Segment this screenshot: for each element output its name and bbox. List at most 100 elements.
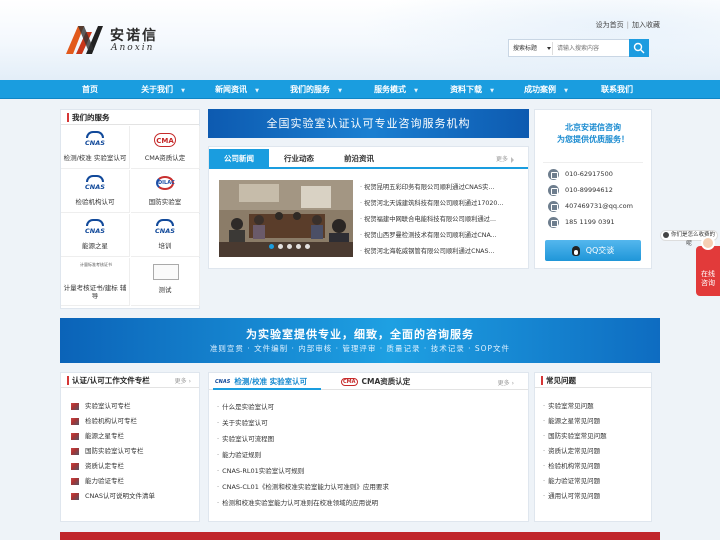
service-label: CMA资质认定 [144,154,186,162]
set-homepage-link[interactable]: 设为首页 [596,21,624,29]
list-item[interactable]: 实验室认可专栏 [71,399,193,414]
list-item[interactable]: 能力验证常见问题 [543,474,645,489]
qq-chat-button[interactable]: QQ交谈 [545,240,641,261]
list-item[interactable]: 国防实验室常见问题 [543,429,645,444]
slider-dot[interactable] [305,244,310,249]
slider-dot[interactable] [278,244,283,249]
list-item[interactable]: 实验室认可流程图 [217,431,522,447]
list-item[interactable]: 能源之星常见问题 [543,414,645,429]
search-input[interactable] [552,42,628,55]
list-item[interactable]: CNAS认可说明文件清单 [71,489,193,504]
faq-list: 实验室常见问题 能源之星常见问题 国防实验室常见问题 资质认定常见问题 检验机构… [543,399,645,504]
site-logo[interactable]: 安诺信 Anoxin [64,22,176,58]
slider-dot[interactable] [287,244,292,249]
list-item[interactable]: 国防实验室认可专栏 [71,444,193,459]
list-item[interactable]: 资质认定专栏 [71,459,193,474]
tab-company-news[interactable]: 公司新闻 [209,149,269,169]
list-item[interactable]: CNAS-RL01实验室认可规则 [217,463,522,479]
news-item[interactable]: 祝贺河北天诚建筑科技有限公司顺利通过17020... [360,196,522,212]
tab-cma[interactable]: CMA CMA资质认定 [341,377,410,387]
nav-item-services[interactable]: 我们的服务 ▼ [280,80,352,99]
list-item[interactable]: 检验机构常见问题 [543,459,645,474]
service-metrology[interactable]: 计量标准考核证书 计量考核证书/建标 辅导 [61,258,130,306]
nav-item-home[interactable]: 首页 [60,80,120,99]
tab-lab-accreditation[interactable]: CNAS 检测/校准 实验室认可 [215,377,307,387]
list-item[interactable]: CNAS-CL01《检测和校准实验室能力认可准则》应用要求 [217,479,522,495]
list-item[interactable]: 能力验证专栏 [71,474,193,489]
docs-title: 认证/认可工作文件专栏 [72,376,150,385]
online-consult-button[interactable]: 在线 咨询 [696,236,720,296]
nav-item-news[interactable]: 新闻资讯 ▼ [204,80,270,99]
nav-label: 联系我们 [601,85,633,94]
nav-item-about[interactable]: 关于我们 ▼ [130,80,196,99]
list-item[interactable]: 什么是实验室认可 [217,399,522,415]
cnas-icon-text: CNAS [85,183,105,191]
tab-industry[interactable]: 行业动态 [269,149,329,169]
qq-label: QQ交谈 [585,246,615,255]
slider-dot[interactable] [269,244,274,249]
nav-item-downloads[interactable]: 资料下载 ▼ [438,80,506,99]
service-lab-accreditation[interactable]: CNAS 检测/校准 实验室认可 [61,126,130,169]
service-label: 检验机构认可 [75,198,115,206]
service-inspection[interactable]: CNAS 检验机构认可 [61,170,130,213]
more-label: 更多 [495,156,508,163]
dropdown-arrow-icon: ▼ [181,88,185,94]
tab-frontier[interactable]: 前沿资讯 [329,149,389,169]
contact-email[interactable]: 407469731@qq.com [548,199,633,213]
service-energy-star[interactable]: CNAS 能源之星 [61,214,130,257]
dilac-icon: DILAC [153,175,177,193]
certificate-icon: 计量标准考核证书 [71,262,121,280]
list-item[interactable]: 资质认定常见问题 [543,444,645,459]
logo-text-en: Anoxin [111,43,155,53]
consult-line-2: 咨询 [701,279,715,287]
contact-text: 407469731@qq.com [565,202,633,210]
search-type-label: 搜索标题 [513,45,538,52]
phone-icon [548,184,559,196]
service-banner[interactable]: 为实验室提供专业，细致，全面的咨询服务 准则宣贯 · 文件编制 · 内部审核 ·… [60,318,660,363]
news-item[interactable]: 祝贺山西罗曼检测技术有限公司顺利通过CNA... [360,228,522,244]
tab-label: 检测/校准 实验室认可 [234,377,308,386]
list-item-label: 实验室认可专栏 [85,402,131,410]
list-item[interactable]: 关于实验室认可 [217,415,522,431]
service-label: 计量考核证书/建标 辅导 [63,284,127,300]
list-item-label: 检验机构认可专栏 [85,417,137,425]
nav-item-service-mode[interactable]: 服务模式 ▼ [362,80,430,99]
service-test[interactable]: 测试 [131,258,200,306]
list-item[interactable]: 能力验证规则 [217,447,522,463]
cnas-small-icon: CNAS [215,379,231,385]
service-banner-subtitle: 准则宣贯 · 文件编制 · 内部审核 · 管理评审 · 质量记录 · 技术记录 … [209,344,511,353]
list-item[interactable]: 检验机构认可专栏 [71,414,193,429]
docs-more-link[interactable]: 更多 › [175,376,191,385]
more-label: 更多 [497,380,510,387]
cnas-icon: CNAS [153,219,177,237]
news-item[interactable]: 祝贺昆明五彩印务有限公司顺利通过CNAS实... [360,180,522,196]
divider [543,162,643,163]
search-button[interactable] [629,39,649,57]
faq-title-bar: 常见问题 [535,373,651,388]
nav-item-cases[interactable]: 成功案例 ▼ [512,80,580,99]
list-item[interactable]: 实验室常见问题 [543,399,645,414]
nav-item-contact[interactable]: 联系我们 [586,80,648,99]
service-training[interactable]: CNAS 培训 [131,214,200,257]
slider-dot[interactable] [296,244,301,249]
service-defense-lab[interactable]: DILAC 国防实验室 [131,170,200,213]
cnas-icon: CNAS [83,175,107,193]
list-item[interactable]: 能源之星专栏 [71,429,193,444]
news-more-link[interactable]: 更多 [496,154,514,163]
tab-label: CMA资质认定 [361,377,411,386]
news-photo-slider[interactable] [219,180,353,257]
accreditation-more-link[interactable]: 更多 › [498,378,514,387]
search-type-select[interactable]: 搜索标题 [511,42,551,55]
list-item[interactable]: 通用认可常见问题 [543,489,645,504]
cma-icon: CMA [154,133,176,147]
news-item[interactable]: 祝贺福建中网联合电能科技有限公司顺利通过... [360,212,522,228]
main-nav: 首页 关于我们 ▼ 新闻资讯 ▼ 我们的服务 ▼ 服务模式 ▼ 资料下载 ▼ 成功案例 ▼ … [0,80,720,99]
news-panel: 公司新闻 行业动态 前沿资讯 更多 祝贺昆明五彩印务有限公司顺利通过CNAS实.… [208,146,529,269]
hero-banner[interactable]: 全国实验室认证认可专业咨询服务机构 [208,109,529,138]
list-item[interactable]: 检测和校准实验室能力认可准则在校准领域的应用说明 [217,495,522,511]
service-cma[interactable]: CMA CMA资质认定 [131,126,200,169]
news-item[interactable]: 祝贺河北海乾威钢管有限公司顺利通过CNAS... [360,244,522,260]
dropdown-arrow-icon: ▼ [255,88,259,94]
arrow-right-icon [511,156,514,163]
add-favorite-link[interactable]: 加入收藏 [632,21,660,29]
